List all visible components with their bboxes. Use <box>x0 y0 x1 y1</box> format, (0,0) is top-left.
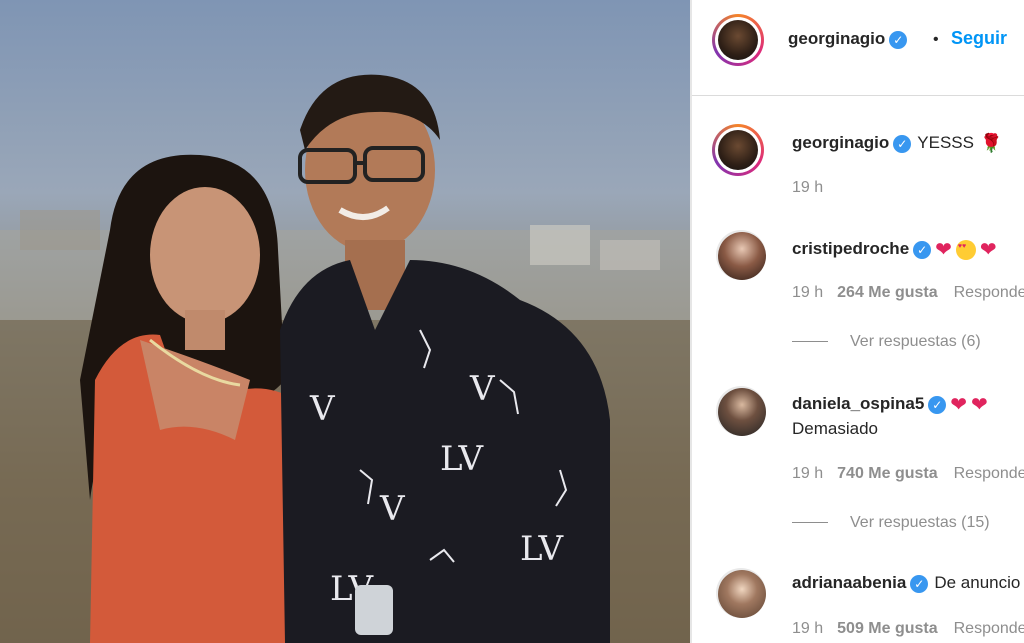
svg-text:V: V <box>469 369 496 409</box>
comment-meta: 19 h 740 Me gusta Responder <box>792 465 1024 483</box>
comment-username[interactable]: daniela_ospina5 <box>792 394 924 413</box>
view-replies-label[interactable]: Ver respuestas (15) <box>850 514 990 531</box>
caption-time: 19 h <box>792 179 824 196</box>
verified-badge-icon: ✓ <box>910 574 929 593</box>
author-username[interactable]: georginagio ✓ <box>788 29 908 49</box>
view-replies-label[interactable]: Ver respuestas (6) <box>850 333 981 350</box>
verified-badge-icon: ✓ <box>928 395 947 414</box>
verified-badge-icon: ✓ <box>889 30 908 49</box>
svg-text:V: V <box>309 389 336 429</box>
heart-emoji-icon: ❤ <box>950 394 968 416</box>
comment-meta: 19 h 264 Me gusta Responder <box>792 284 1024 302</box>
comment-likes[interactable]: 740 Me gusta <box>837 465 937 482</box>
comment-likes[interactable]: 264 Me gusta <box>837 284 937 301</box>
comment-time: 19 h <box>792 284 824 301</box>
comment-username[interactable]: adrianaabenia <box>792 573 906 592</box>
comment-username[interactable]: cristipedroche <box>792 239 909 258</box>
heart-eyes-emoji-icon <box>955 239 976 260</box>
follow-button[interactable]: Seguir <box>951 28 1007 49</box>
comment-meta: 19 h 509 Me gusta Responder <box>792 620 1024 638</box>
comment-text: De anuncio <box>934 573 1021 592</box>
comment-avatar[interactable] <box>716 386 766 436</box>
post-photo[interactable]: V LV V LV LV V <box>0 0 690 643</box>
caption-text: YESSS <box>917 133 974 152</box>
caption-username[interactable]: georginagio <box>792 133 889 152</box>
comment-avatar[interactable] <box>716 230 766 280</box>
caption-avatar[interactable] <box>712 124 764 176</box>
comment-row: cristipedroche✓❤❤ <box>792 237 997 262</box>
svg-text:V: V <box>379 489 406 529</box>
author-avatar[interactable] <box>712 14 764 66</box>
reply-button[interactable]: Responder <box>954 620 1024 637</box>
reply-button[interactable]: Responder <box>954 284 1024 301</box>
rose-icon: 🌹 <box>979 133 1003 154</box>
view-replies-button[interactable]: Ver respuestas (6) <box>792 333 981 351</box>
verified-badge-icon: ✓ <box>913 240 932 259</box>
heart-emoji-icon: ❤ <box>971 394 988 416</box>
author-username-text[interactable]: georginagio <box>788 29 885 48</box>
comment-likes[interactable]: 509 Me gusta <box>837 620 937 637</box>
couple-photo-illustration: VLV VLV LVV <box>0 74 690 643</box>
comment-time: 19 h <box>792 620 824 637</box>
caption-row: georginagio ✓ YESSS 🌹 <box>792 133 1002 154</box>
comment-time: 19 h <box>792 465 824 482</box>
view-replies-button[interactable]: Ver respuestas (15) <box>792 514 990 532</box>
comments-panel: georginagio ✓ • Seguir georginagio ✓ YESSS 🌹… <box>692 0 1024 643</box>
comment-row: daniela_ospina5 ✓ ❤ ❤ <box>792 392 988 417</box>
separator-dot: • <box>933 31 939 48</box>
comment-text: Demasiado <box>792 419 878 438</box>
reply-button[interactable]: Responder <box>954 465 1024 482</box>
comment-avatar[interactable] <box>716 568 766 618</box>
verified-badge-icon: ✓ <box>893 134 912 153</box>
svg-text:LV: LV <box>520 529 565 569</box>
heart-emoji-icon: ❤ <box>979 239 997 261</box>
svg-text:LV: LV <box>440 439 485 479</box>
heart-emoji-icon: ❤ <box>935 239 952 261</box>
comment-row: adrianaabenia ✓ De anuncio <box>792 573 1020 593</box>
post-header: georginagio ✓ • Seguir <box>692 0 1024 96</box>
